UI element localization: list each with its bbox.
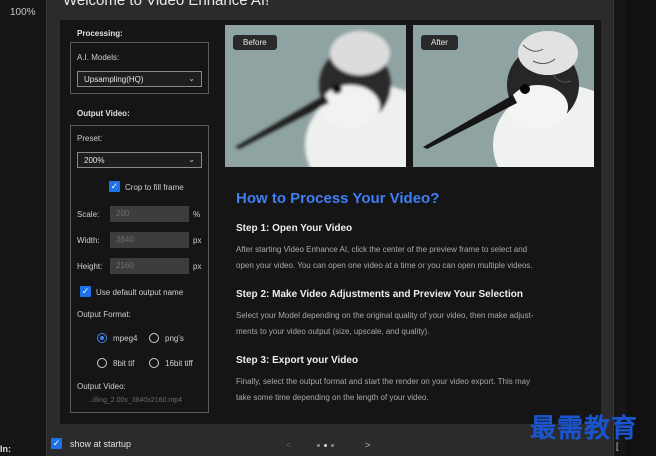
page-dot-1[interactable]: [317, 444, 320, 447]
height-unit: px: [193, 262, 202, 271]
step-1-text: After starting Video Enhance AI, click t…: [236, 242, 588, 274]
width-label: Width:: [77, 236, 100, 245]
width-input[interactable]: 3840: [110, 232, 189, 248]
chevron-down-icon: ⌄: [188, 74, 195, 83]
step-3-title: Step 3: Export your Video: [236, 355, 359, 366]
step-2-line-2: ments to your video output (size, upscal…: [236, 327, 430, 336]
step-1-title: Step 1: Open Your Video: [236, 223, 353, 234]
settings-panel: Processing: A.I. Models: Upsampling(HQ) …: [60, 20, 225, 424]
checkmark-icon: ✓: [81, 286, 90, 296]
before-preview[interactable]: Before: [225, 25, 406, 167]
processing-title: Processing:: [77, 29, 123, 38]
output-file-name: ...illing_2.00x_3840x2160.mp4: [87, 397, 182, 404]
crop-label: Crop to fill frame: [125, 183, 184, 192]
show-at-startup-checkbox[interactable]: ✓: [51, 438, 62, 449]
step-3-text: Finally, select the output format and st…: [236, 374, 588, 406]
step-2-text: Select your Model depending on the origi…: [236, 308, 588, 340]
scale-input[interactable]: 200: [110, 206, 189, 222]
default-name-checkbox[interactable]: ✓: [80, 286, 91, 297]
checkmark-icon: ✓: [110, 181, 119, 191]
step-1-line-2: open your video. You can open one video …: [236, 261, 533, 270]
before-badge: Before: [233, 35, 277, 50]
page-dot-2[interactable]: [324, 444, 327, 447]
format-label-mpeg4: mpeg4: [113, 334, 138, 343]
output-video-title: Output Video:: [77, 109, 130, 118]
preset-label: Preset:: [77, 134, 103, 143]
preset-select[interactable]: 200% ⌄: [77, 152, 202, 168]
right-panel-strip: [626, 0, 656, 456]
next-page-button[interactable]: >: [365, 440, 370, 450]
app-window: 100% In: Welcome to Video Enhance AI! Pr…: [0, 0, 656, 456]
default-name-label: Use default output name: [96, 288, 184, 297]
format-radio-16bit-tiff[interactable]: [149, 358, 159, 368]
how-to-heading: How to Process Your Video?: [236, 190, 440, 207]
scale-label: Scale:: [77, 210, 100, 219]
help-panel: Before After How to Process Your Video? …: [225, 20, 601, 424]
preset-value: 200%: [84, 156, 105, 165]
page-dot-3[interactable]: [331, 444, 334, 447]
chevron-down-icon: ⌄: [188, 155, 195, 164]
after-preview[interactable]: After: [413, 25, 594, 167]
zoom-level: 100%: [10, 7, 36, 18]
output-format-label: Output Format:: [77, 310, 131, 319]
ai-models-label: A.I. Models:: [77, 53, 120, 62]
after-badge: After: [421, 35, 458, 50]
step-3-line-1: Finally, select the output format and st…: [236, 377, 531, 386]
dialog-title: Welcome to Video Enhance AI!: [63, 0, 270, 9]
width-unit: px: [193, 236, 202, 245]
output-video-label: Output Video:: [77, 382, 126, 391]
format-radio-pngs[interactable]: [149, 333, 159, 343]
format-radio-8bit-tif[interactable]: [97, 358, 107, 368]
step-2-line-1: Select your Model depending on the origi…: [236, 311, 534, 320]
show-at-startup-label: show at startup: [70, 439, 132, 449]
welcome-dialog: Welcome to Video Enhance AI! Processing:…: [46, 0, 614, 456]
format-label-8bit-tif: 8bit tif: [113, 359, 135, 368]
checkmark-icon: ✓: [52, 438, 61, 448]
ai-model-value: Upsampling(HQ): [84, 75, 144, 84]
prev-page-button[interactable]: <: [286, 440, 291, 450]
step-2-title: Step 2: Make Video Adjustments and Previ…: [236, 289, 523, 300]
format-label-16bit-tiff: 16bit tiff: [165, 359, 193, 368]
format-radio-mpeg4[interactable]: [97, 333, 107, 343]
in-label: In:: [0, 444, 11, 454]
ai-model-select[interactable]: Upsampling(HQ) ⌄: [77, 71, 202, 87]
dialog-content: Processing: A.I. Models: Upsampling(HQ) …: [60, 20, 601, 424]
format-label-pngs: png's: [165, 334, 184, 343]
watermark-logo: 最需教育: [530, 413, 639, 443]
step-1-line-1: After starting Video Enhance AI, click t…: [236, 245, 528, 254]
height-input[interactable]: 2160: [110, 258, 189, 274]
height-label: Height:: [77, 262, 103, 271]
crop-checkbox[interactable]: ✓: [109, 181, 120, 192]
scale-unit: %: [193, 210, 201, 219]
step-3-line-2: take some time depending on the length o…: [236, 393, 429, 402]
